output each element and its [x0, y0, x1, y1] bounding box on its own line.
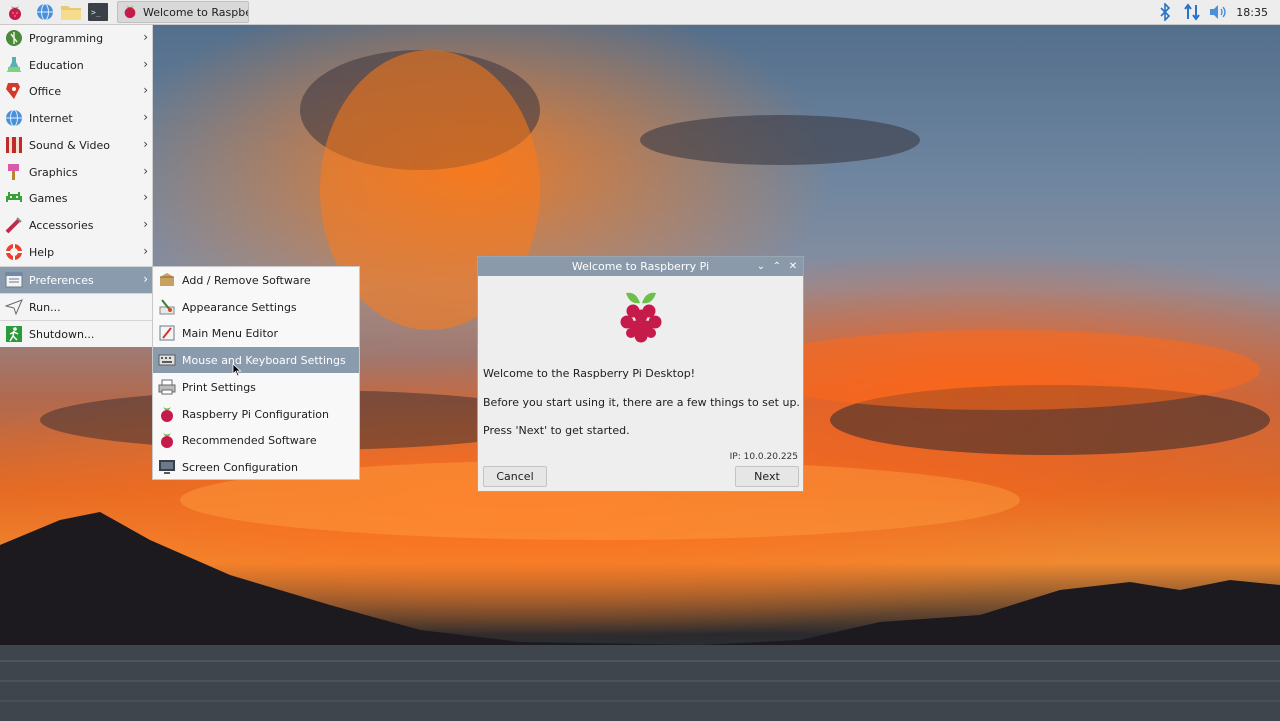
file-manager-icon[interactable]: [60, 2, 82, 22]
internet-icon: [4, 108, 24, 128]
menu-item-label: Games: [29, 191, 68, 205]
preferences-icon: [4, 270, 24, 290]
raspberry-icon: [157, 430, 177, 450]
setup-text: Before you start using it, there are a f…: [483, 396, 800, 409]
appearance-icon: [157, 297, 177, 317]
menu-item-label: Programming: [29, 31, 104, 45]
printer-icon: [157, 377, 177, 397]
programming-icon: [4, 28, 24, 48]
task-button-welcome[interactable]: Welcome to Raspber...: [117, 1, 249, 23]
menu-editor-icon: [157, 323, 177, 343]
submenu-item-add-remove-software[interactable]: Add / Remove Software: [153, 267, 359, 293]
chevron-right-icon: ›: [143, 57, 148, 71]
menu-item-accessories[interactable]: Accessories ›: [0, 212, 153, 238]
menu-item-help[interactable]: Help ›: [0, 239, 153, 265]
chevron-up-icon[interactable]: ⌃: [770, 259, 784, 273]
monitor-icon: [157, 457, 177, 477]
submenu-item-screen-configuration[interactable]: Screen Configuration: [153, 454, 359, 480]
package-icon: [157, 270, 177, 290]
menu-item-preferences[interactable]: Preferences ›: [0, 267, 153, 293]
dialog-titlebar[interactable]: Welcome to Raspberry Pi ⌄ ⌃ ✕: [478, 257, 803, 276]
preferences-submenu: Add / Remove Software Appearance Setting…: [152, 266, 360, 480]
network-icon[interactable]: [1181, 2, 1203, 22]
submenu-item-mouse-keyboard-settings[interactable]: Mouse and Keyboard Settings: [153, 347, 359, 373]
welcome-text: Welcome to the Raspberry Pi Desktop!: [483, 367, 696, 380]
chevron-right-icon: ›: [143, 137, 148, 151]
submenu-item-main-menu-editor[interactable]: Main Menu Editor: [153, 320, 359, 346]
web-browser-icon[interactable]: [34, 2, 56, 22]
raspberry-menu-icon[interactable]: [4, 2, 26, 22]
submenu-item-label: Appearance Settings: [182, 300, 297, 314]
menu-item-label: Education: [29, 58, 84, 72]
instruction-text: Press 'Next' to get started.: [483, 424, 630, 437]
shutdown-icon: [4, 324, 24, 344]
menu-item-label: Accessories: [29, 218, 94, 232]
submenu-item-label: Mouse and Keyboard Settings: [182, 353, 346, 367]
close-icon[interactable]: ✕: [786, 259, 800, 273]
run-icon: [4, 297, 24, 317]
chevron-right-icon: ›: [143, 83, 148, 97]
submenu-item-label: Screen Configuration: [182, 460, 298, 474]
submenu-item-print-settings[interactable]: Print Settings: [153, 374, 359, 400]
chevron-right-icon: ›: [143, 190, 148, 204]
submenu-item-raspberry-pi-configuration[interactable]: Raspberry Pi Configuration: [153, 401, 359, 427]
chevron-right-icon: ›: [143, 110, 148, 124]
terminal-icon[interactable]: >_: [87, 2, 109, 22]
submenu-item-label: Recommended Software: [182, 433, 317, 447]
cancel-button[interactable]: Cancel: [483, 466, 547, 487]
menu-item-label: Graphics: [29, 165, 78, 179]
chevron-right-icon: ›: [143, 244, 148, 258]
main-menu: Programming › Education › Office › Inter…: [0, 25, 153, 347]
submenu-item-recommended-software[interactable]: Recommended Software: [153, 427, 359, 453]
menu-item-label: Run...: [29, 300, 61, 314]
chevron-right-icon: ›: [143, 164, 148, 178]
submenu-item-label: Print Settings: [182, 380, 256, 394]
menu-item-label: Help: [29, 245, 55, 259]
taskbar: >_ Welcome to Raspber... 18:35: [0, 0, 1280, 25]
mouse-cursor-icon: [232, 363, 242, 380]
menu-item-label: Office: [29, 84, 62, 98]
chevron-right-icon: ›: [143, 30, 148, 44]
menu-item-games[interactable]: Games ›: [0, 185, 153, 211]
chevron-down-icon[interactable]: ⌄: [754, 259, 768, 273]
clock[interactable]: 18:35: [1236, 6, 1268, 19]
svg-text:>_: >_: [91, 8, 101, 17]
volume-icon[interactable]: [1207, 2, 1229, 22]
menu-item-shutdown[interactable]: Shutdown...: [0, 321, 153, 347]
sound-video-icon: [4, 135, 24, 155]
chevron-right-icon: ›: [143, 217, 148, 231]
submenu-item-label: Main Menu Editor: [182, 326, 279, 340]
menu-item-run[interactable]: Run...: [0, 294, 153, 320]
raspberry-icon: [157, 404, 177, 424]
chevron-right-icon: ›: [143, 272, 148, 286]
help-icon: [4, 242, 24, 262]
accessories-icon: [4, 215, 24, 235]
menu-item-label: Shutdown...: [29, 327, 95, 341]
ip-address-label: IP: 10.0.20.225: [729, 452, 798, 462]
task-button-label: Welcome to Raspber...: [143, 5, 248, 19]
office-icon: [4, 81, 24, 101]
menu-item-education[interactable]: Education ›: [0, 52, 153, 78]
menu-item-programming[interactable]: Programming ›: [0, 25, 153, 51]
next-button[interactable]: Next: [735, 466, 799, 487]
menu-item-sound-video[interactable]: Sound & Video ›: [0, 132, 153, 158]
education-icon: [4, 55, 24, 75]
menu-item-graphics[interactable]: Graphics ›: [0, 159, 153, 185]
dialog-title: Welcome to Raspberry Pi: [571, 260, 710, 273]
submenu-item-label: Add / Remove Software: [182, 273, 311, 287]
menu-item-label: Sound & Video: [29, 138, 111, 152]
raspberry-logo-icon: [618, 289, 664, 346]
menu-item-internet[interactable]: Internet ›: [0, 105, 153, 131]
menu-item-label: Preferences: [29, 273, 94, 287]
welcome-dialog: Welcome to Raspberry Pi ⌄ ⌃ ✕ Welcome to…: [477, 256, 804, 492]
menu-item-label: Internet: [29, 111, 73, 125]
games-icon: [4, 188, 24, 208]
keyboard-icon: [157, 350, 177, 370]
submenu-item-appearance-settings[interactable]: Appearance Settings: [153, 294, 359, 320]
bluetooth-icon[interactable]: [1154, 2, 1176, 22]
menu-item-office[interactable]: Office ›: [0, 78, 153, 104]
raspberry-icon: [122, 3, 138, 22]
graphics-icon: [4, 162, 24, 182]
submenu-item-label: Raspberry Pi Configuration: [182, 407, 330, 421]
